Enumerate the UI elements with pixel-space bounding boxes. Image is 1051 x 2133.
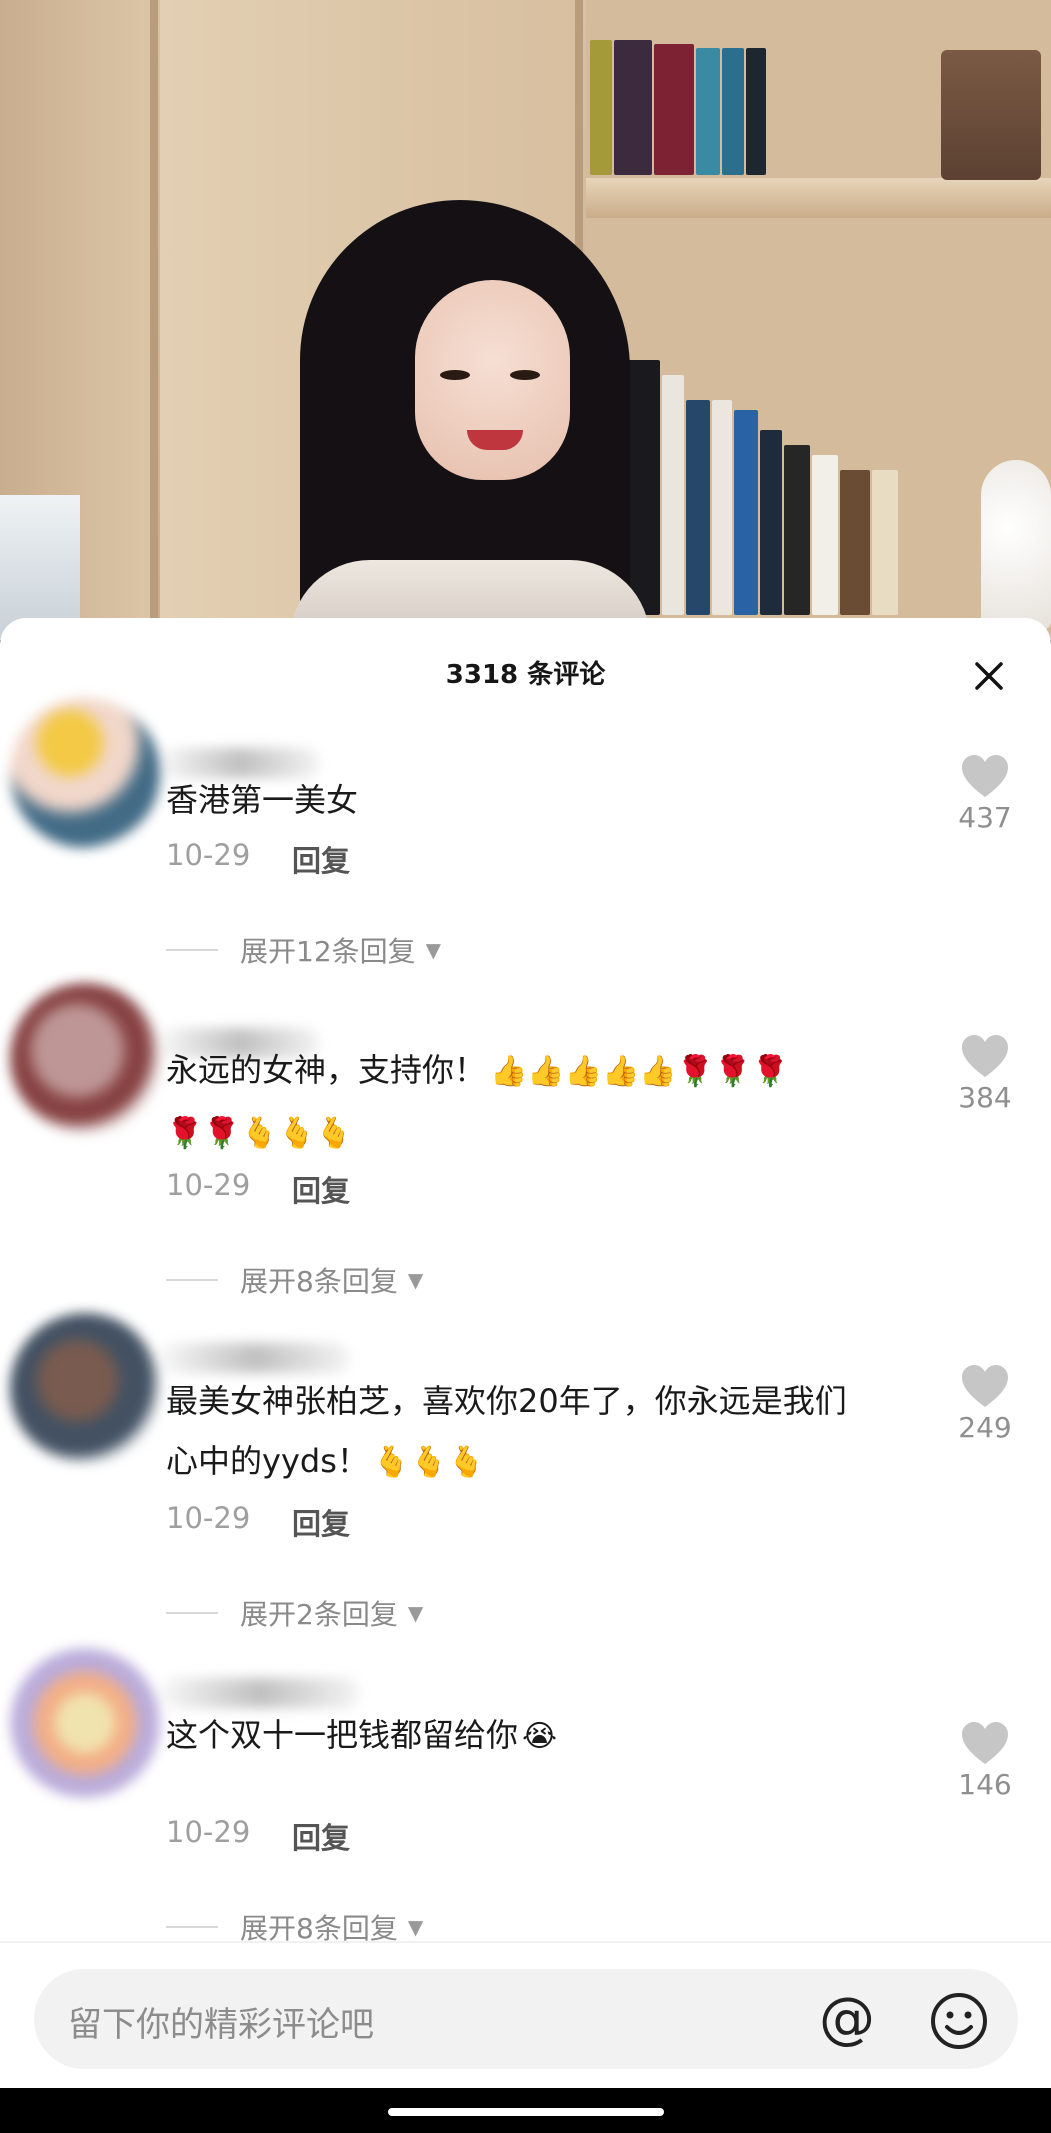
caret-down-icon: ▼ xyxy=(407,1601,424,1625)
comment-text-body: 这个双十一把钱都留给你 xyxy=(166,1716,519,1754)
book xyxy=(654,44,694,175)
at-icon[interactable]: @ xyxy=(819,1987,875,2051)
like-count: 437 xyxy=(958,801,1012,834)
book xyxy=(784,445,810,615)
heart-icon xyxy=(962,1035,1008,1077)
reply-button[interactable]: 回复 xyxy=(292,1501,350,1543)
expand-replies-label: 展开2条回复 xyxy=(240,1598,398,1631)
avatar[interactable] xyxy=(10,698,160,848)
streamer xyxy=(290,200,650,640)
avatar[interactable] xyxy=(10,983,160,1133)
eye xyxy=(440,370,470,380)
expand-replies[interactable]: 展开8条回复 ▼ xyxy=(166,1260,423,1300)
comment-text-body: 香港第一美女 xyxy=(166,781,359,819)
face xyxy=(415,280,570,480)
like-button[interactable]: 384 xyxy=(955,1033,1015,1114)
emoji-sequence: 🌹🌹🫰🫰🫰 xyxy=(166,1116,353,1151)
book xyxy=(722,48,744,175)
book xyxy=(812,455,838,615)
expand-replies[interactable]: 展开12条回复 ▼ xyxy=(166,930,441,970)
like-count: 249 xyxy=(958,1411,1012,1444)
divider-line xyxy=(166,1926,218,1928)
book xyxy=(696,48,720,175)
book xyxy=(746,48,766,175)
comment-input-placeholder: 留下你的精彩评论吧 xyxy=(68,2005,374,2045)
book xyxy=(840,470,870,615)
like-count: 146 xyxy=(958,1768,1012,1801)
book xyxy=(760,430,782,615)
avatar[interactable] xyxy=(10,1648,160,1798)
emoji-sequence: 🫰🫰🫰 xyxy=(372,1445,485,1480)
comment-text: 永远的女神，支持你！ 👍👍👍👍👍🌹🌹🌹 🌹🌹🫰🫰🫰 xyxy=(166,1040,906,1164)
emoji-sequence: 👍👍👍👍👍🌹🌹🌹 xyxy=(490,1054,789,1089)
comment-date: 10-29 xyxy=(166,1168,251,1202)
comment-text-body: 最美女神张柏芝，喜欢你20年了，你永远是我们 xyxy=(166,1382,847,1420)
username-blurred[interactable] xyxy=(160,1678,360,1708)
book xyxy=(590,40,612,175)
reply-button[interactable]: 回复 xyxy=(292,1168,350,1210)
comment-count-title: 3318 条评论 xyxy=(445,660,606,690)
expand-replies-label: 展开8条回复 xyxy=(240,1265,398,1298)
shelf-board xyxy=(586,178,1051,218)
avatar[interactable] xyxy=(10,1313,160,1463)
smiley-icon-svg xyxy=(931,1993,987,2049)
wall-groove xyxy=(150,0,158,640)
comment-date: 10-29 xyxy=(166,838,251,872)
caret-down-icon: ▼ xyxy=(425,938,442,962)
comment-date: 10-29 xyxy=(166,1501,251,1535)
comment-text: 这个双十一把钱都留给你 😭 xyxy=(166,1705,906,1767)
comment-text: 香港第一美女 xyxy=(166,770,906,830)
username-blurred[interactable] xyxy=(160,1343,350,1373)
comment-input-bar: 留下你的精彩评论吧 @ xyxy=(0,1941,1051,2088)
like-button[interactable]: 146 xyxy=(955,1720,1015,1801)
divider-line xyxy=(166,1279,218,1281)
reply-button[interactable]: 回复 xyxy=(292,838,350,880)
comment-text: 最美女神张柏芝，喜欢你20年了，你永远是我们 心中的yyds！ 🫰🫰🫰 xyxy=(166,1371,906,1493)
book xyxy=(872,470,898,615)
video-background xyxy=(0,0,1051,640)
like-button[interactable]: 437 xyxy=(955,753,1015,834)
reply-button[interactable]: 回复 xyxy=(292,1815,350,1857)
expand-replies-label: 展开12条回复 xyxy=(240,935,416,968)
comment-date: 10-29 xyxy=(166,1815,251,1849)
eye xyxy=(510,370,540,380)
emoji-sequence: 😭 xyxy=(522,1719,558,1754)
like-count: 384 xyxy=(958,1081,1012,1114)
heart-icon xyxy=(962,755,1008,797)
book xyxy=(614,40,652,175)
book xyxy=(734,410,758,615)
comment-sheet: 3318 条评论 香港第一美女 10-29 回复 展开12条回复 ▼ 437 永… xyxy=(0,618,1051,2133)
heart-icon xyxy=(962,1722,1008,1764)
comment-input[interactable]: 留下你的精彩评论吧 @ xyxy=(34,1969,1018,2069)
system-nav-bar xyxy=(0,2088,1051,2133)
comment-text-body: 永远的女神，支持你！ xyxy=(166,1051,487,1089)
close-button[interactable] xyxy=(967,654,1011,698)
caret-down-icon: ▼ xyxy=(407,1915,424,1939)
expand-replies[interactable]: 展开2条回复 ▼ xyxy=(166,1593,423,1633)
decor-box xyxy=(941,50,1041,180)
book xyxy=(712,400,732,615)
smiley-icon[interactable] xyxy=(929,1991,989,2055)
home-indicator[interactable] xyxy=(388,2108,664,2116)
book xyxy=(662,375,684,615)
sheet-header: 3318 条评论 xyxy=(0,618,1051,728)
mouth xyxy=(467,430,523,450)
comment-text-body: 心中的yyds！ xyxy=(166,1442,369,1480)
divider-line xyxy=(166,1612,218,1614)
caret-down-icon: ▼ xyxy=(407,1268,424,1292)
vase xyxy=(981,460,1051,630)
like-button[interactable]: 249 xyxy=(955,1363,1015,1444)
book xyxy=(686,400,710,615)
divider-line xyxy=(166,949,218,951)
heart-icon xyxy=(962,1365,1008,1407)
close-icon xyxy=(975,662,1003,690)
